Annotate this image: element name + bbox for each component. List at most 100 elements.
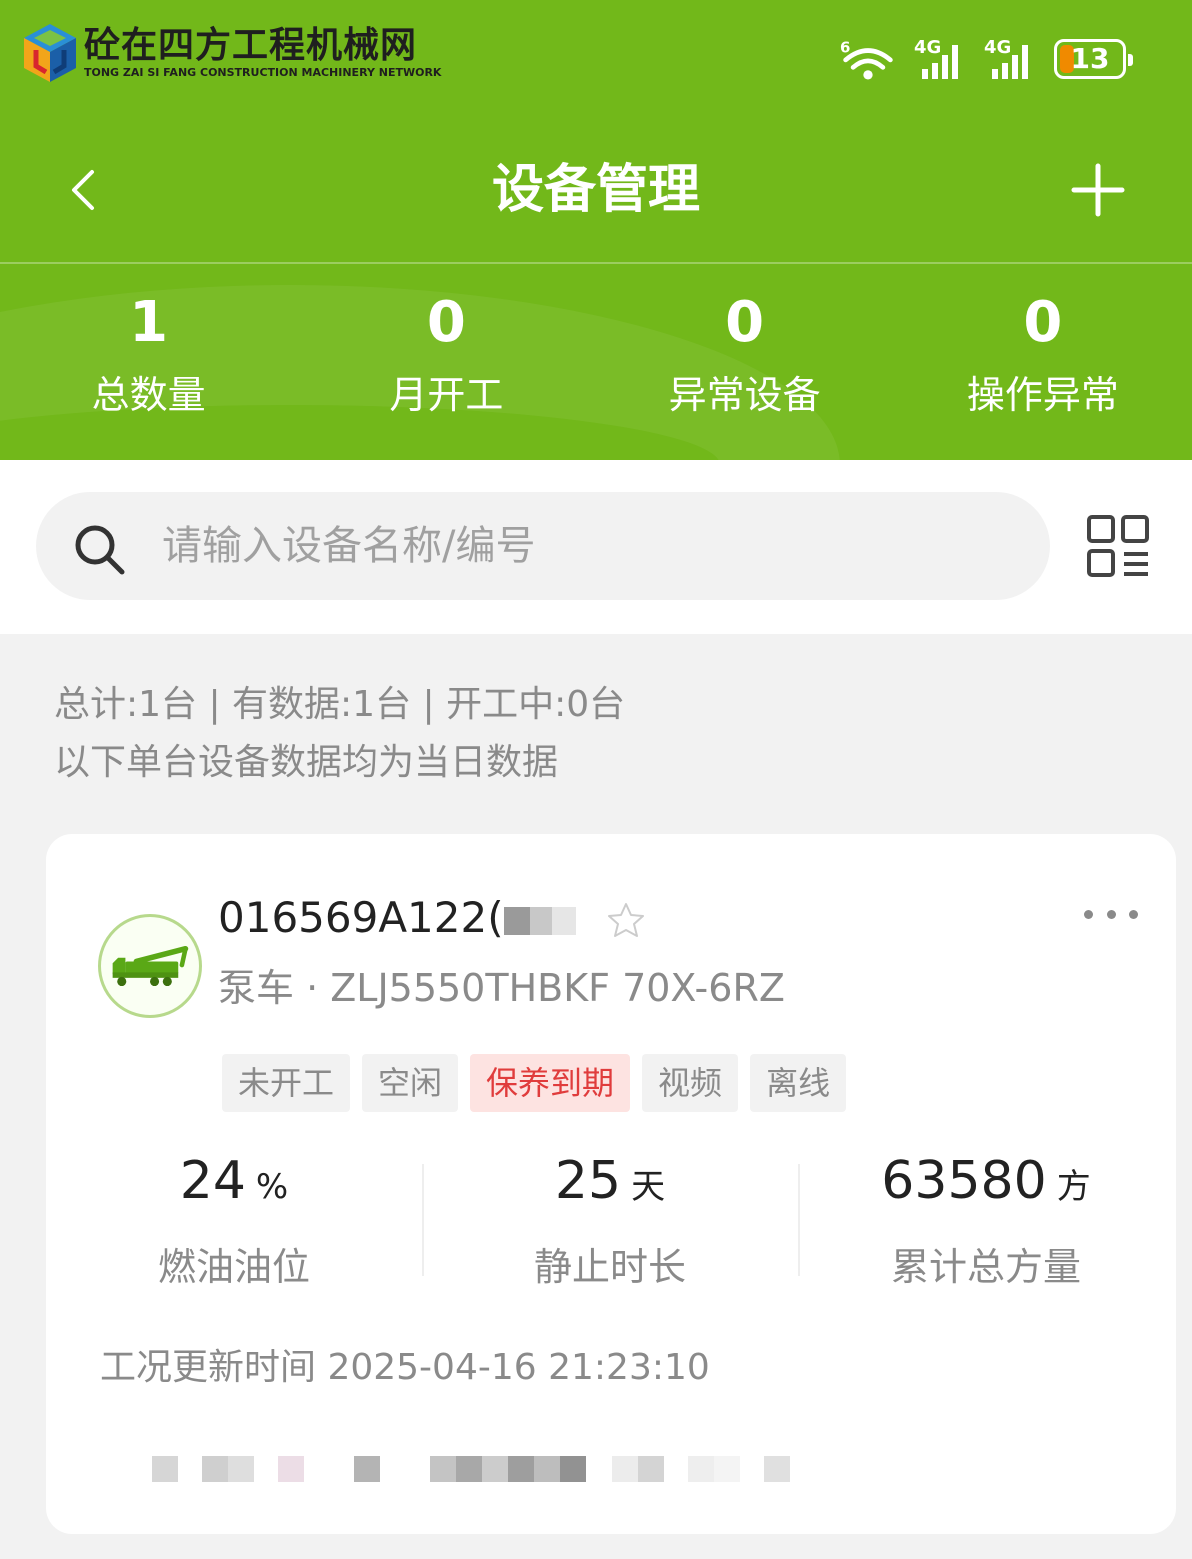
cube-logo-icon <box>24 24 76 82</box>
redacted-block <box>664 1456 688 1482</box>
device-tags: 未开工 空闲 保养到期 视频 离线 <box>222 1054 847 1112</box>
redacted-block <box>551 906 576 935</box>
device-type-model: 泵车 · ZLJ5550THBKF 70X-6RZ <box>218 966 785 1010</box>
stat-monthly-work[interactable]: 0 月开工 <box>297 288 595 420</box>
device-card[interactable]: 016569A122( 泵车 · ZLJ5550THBKF 70X-6RZ 未开… <box>46 834 1176 1534</box>
device-id: 016569A122( <box>218 890 576 946</box>
summary-note: 以下单台设备数据均为当日数据 <box>54 742 559 783</box>
redacted-row <box>152 1456 832 1482</box>
device-avatar <box>98 914 202 1018</box>
battery-level: 13 <box>1070 42 1110 75</box>
stat-label: 月开工 <box>389 373 504 417</box>
stat-label: 异常设备 <box>668 373 821 417</box>
metric-value: 24% <box>46 1146 422 1228</box>
watermark-en: TONG ZAI SI FANG CONSTRUCTION MACHINERY … <box>84 66 442 79</box>
redacted-block <box>638 1456 664 1482</box>
redacted-block <box>740 1456 764 1482</box>
page-title: 设备管理 <box>491 160 700 220</box>
redacted-block <box>688 1456 714 1482</box>
stat-value: 1 <box>129 290 169 355</box>
stat-label: 操作异常 <box>966 373 1119 417</box>
redacted-block <box>456 1456 482 1482</box>
redacted-block <box>503 906 530 935</box>
stat-operation-abnormal[interactable]: 0 操作异常 <box>894 288 1192 420</box>
tag-maintenance-due: 保养到期 <box>470 1054 631 1112</box>
update-time: 工况更新时间 2025-04-16 21:23:10 <box>100 1347 710 1388</box>
view-toggle-button[interactable] <box>1086 514 1150 578</box>
stat-value: 0 <box>725 290 765 355</box>
search-section <box>0 460 1192 634</box>
summary-counts: 总计:1台 | 有数据:1台 | 开工中:0台 <box>54 684 626 725</box>
metric-value: 63580 方 <box>798 1146 1174 1228</box>
watermark-logo: 砼在四方工程机械网 TONG ZAI SI FANG CONSTRUCTION … <box>20 22 441 88</box>
redacted-block <box>278 1456 304 1482</box>
stats-row: 1 总数量 0 月开工 0 异常设备 0 操作异常 <box>0 288 1192 420</box>
redacted-block <box>354 1456 380 1482</box>
redacted-block <box>714 1456 740 1482</box>
stat-value: 0 <box>1023 290 1063 355</box>
metric-label: 燃油油位 <box>157 1245 310 1289</box>
battery-indicator: 13 <box>1054 39 1133 79</box>
search-bar[interactable] <box>36 492 1050 600</box>
redacted-block <box>482 1456 508 1482</box>
redacted-block <box>202 1456 228 1482</box>
signal-2: 4G <box>984 37 1036 81</box>
signal-bars-icon <box>992 45 1028 79</box>
redacted-block <box>560 1456 586 1482</box>
more-dot-icon <box>1084 909 1093 919</box>
search-icon <box>75 525 125 575</box>
redacted-block <box>612 1456 638 1482</box>
tag-not-started: 未开工 <box>222 1054 351 1112</box>
metric-number: 24 <box>179 1151 246 1211</box>
tag-idle: 空闲 <box>362 1054 459 1112</box>
metric-idle-duration: 25 天 静止时长 <box>422 1146 798 1294</box>
redacted-block <box>178 1456 202 1482</box>
grid-list-icon <box>1087 515 1149 577</box>
pump-truck-icon <box>112 945 189 987</box>
metric-label: 静止时长 <box>533 1245 686 1289</box>
metric-unit: % <box>255 1167 289 1207</box>
app-header: 砼在四方工程机械网 TONG ZAI SI FANG CONSTRUCTION … <box>0 0 1192 460</box>
stat-label: 总数量 <box>91 373 206 417</box>
redacted-block <box>508 1456 534 1482</box>
redacted-block <box>529 906 552 935</box>
stat-value: 0 <box>426 290 466 355</box>
more-dot-icon <box>1129 909 1138 919</box>
header-divider <box>0 262 1192 264</box>
status-bar: 6 4G 4G 13 <box>840 36 1133 82</box>
watermark-cn: 砼在四方工程机械网 <box>84 25 418 66</box>
redacted-block <box>764 1456 790 1482</box>
stat-abnormal-devices[interactable]: 0 异常设备 <box>596 288 894 420</box>
metric-unit: 方 <box>1056 1167 1091 1207</box>
plus-icon <box>1071 163 1125 217</box>
more-options-button[interactable] <box>1080 896 1142 932</box>
wifi-icon: 6 <box>840 38 893 80</box>
svg-text:6: 6 <box>840 38 850 56</box>
metric-value: 25 天 <box>422 1146 798 1228</box>
redacted-block <box>152 1456 178 1482</box>
add-device-button[interactable] <box>1068 160 1128 220</box>
metric-number: 63580 <box>881 1151 1047 1211</box>
metric-fuel-level: 24% 燃油油位 <box>46 1146 422 1294</box>
metric-total-volume: 63580 方 累计总方量 <box>798 1146 1174 1294</box>
stat-total[interactable]: 1 总数量 <box>0 288 297 420</box>
tag-video[interactable]: 视频 <box>642 1054 739 1112</box>
device-metrics: 24% 燃油油位 25 天 静止时长 63580 方 累计总方量 <box>46 1146 1176 1294</box>
redacted-block <box>304 1456 354 1482</box>
more-dot-icon <box>1106 909 1116 919</box>
tag-offline: 离线 <box>750 1054 847 1112</box>
redacted-block <box>534 1456 560 1482</box>
metric-label: 累计总方量 <box>890 1245 1081 1289</box>
device-id-text: 016569A122( <box>218 893 504 942</box>
signal-bars-icon <box>922 45 958 79</box>
search-input[interactable] <box>162 506 1022 586</box>
redacted-block <box>228 1456 254 1482</box>
metric-unit: 天 <box>631 1167 666 1207</box>
signal-1: 4G <box>914 37 966 81</box>
device-summary: 总计:1台 | 有数据:1台 | 开工中:0台 以下单台设备数据均为当日数据 <box>54 676 625 792</box>
favorite-star-icon[interactable] <box>606 900 646 940</box>
redacted-block <box>430 1456 456 1482</box>
redacted-block <box>586 1456 612 1482</box>
redacted-block <box>380 1456 430 1482</box>
battery-cap <box>1128 54 1133 66</box>
